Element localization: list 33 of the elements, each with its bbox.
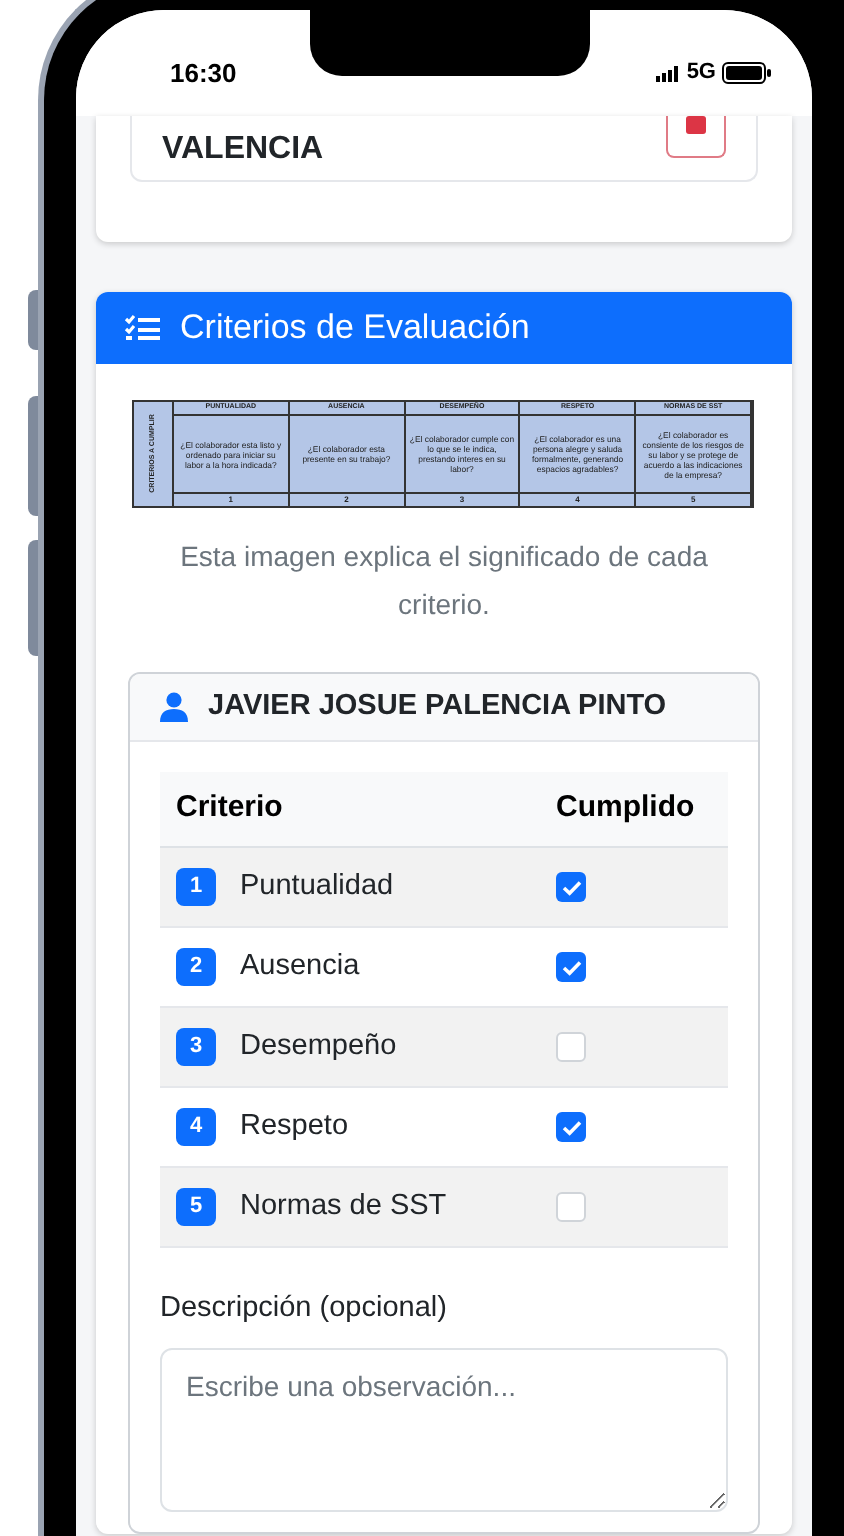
number-badge: 1: [176, 868, 216, 906]
number-badge: 3: [176, 1028, 216, 1066]
checkbox[interactable]: [556, 1032, 586, 1062]
card-title: Criterios de Evaluación: [180, 306, 530, 351]
description-field[interactable]: Escribe una observación...: [160, 1347, 728, 1512]
check-icon: [561, 879, 581, 895]
list-check-icon: [124, 314, 160, 342]
city-name: VALENCIA: [162, 130, 324, 170]
criterion-label: Normas de SST: [240, 1187, 449, 1226]
signal-icon: [656, 65, 681, 81]
criterion-label: Respeto: [240, 1107, 351, 1146]
field-label: Descripción (opcional): [160, 1290, 449, 1328]
number-badge: 5: [176, 1188, 216, 1226]
network-label: 5G: [686, 58, 716, 89]
checkbox[interactable]: [556, 872, 586, 902]
checkbox[interactable]: [556, 1112, 586, 1142]
person-icon: [160, 692, 188, 722]
status-time: 16:30: [170, 55, 237, 92]
number-badge: 4: [176, 1108, 216, 1146]
check-icon: [561, 1119, 581, 1135]
criterion-label: Ausencia: [240, 947, 362, 986]
checkbox[interactable]: [556, 1192, 586, 1222]
number-badge: 2: [176, 948, 216, 986]
battery-icon: [722, 62, 772, 84]
delete-button[interactable]: [666, 116, 726, 158]
column-header: Criterio: [174, 788, 285, 829]
image-caption: Esta imagen explica el significado de cada criterio.: [178, 538, 710, 624]
checkbox[interactable]: [556, 952, 586, 982]
column-header: Cumplido: [556, 788, 695, 829]
criterion-label: Puntualidad: [240, 867, 396, 906]
criterion-label: Desempeño: [240, 1027, 399, 1066]
check-icon: [561, 959, 581, 975]
employee-name: JAVIER JOSUE PALENCIA PINTO: [208, 687, 667, 726]
